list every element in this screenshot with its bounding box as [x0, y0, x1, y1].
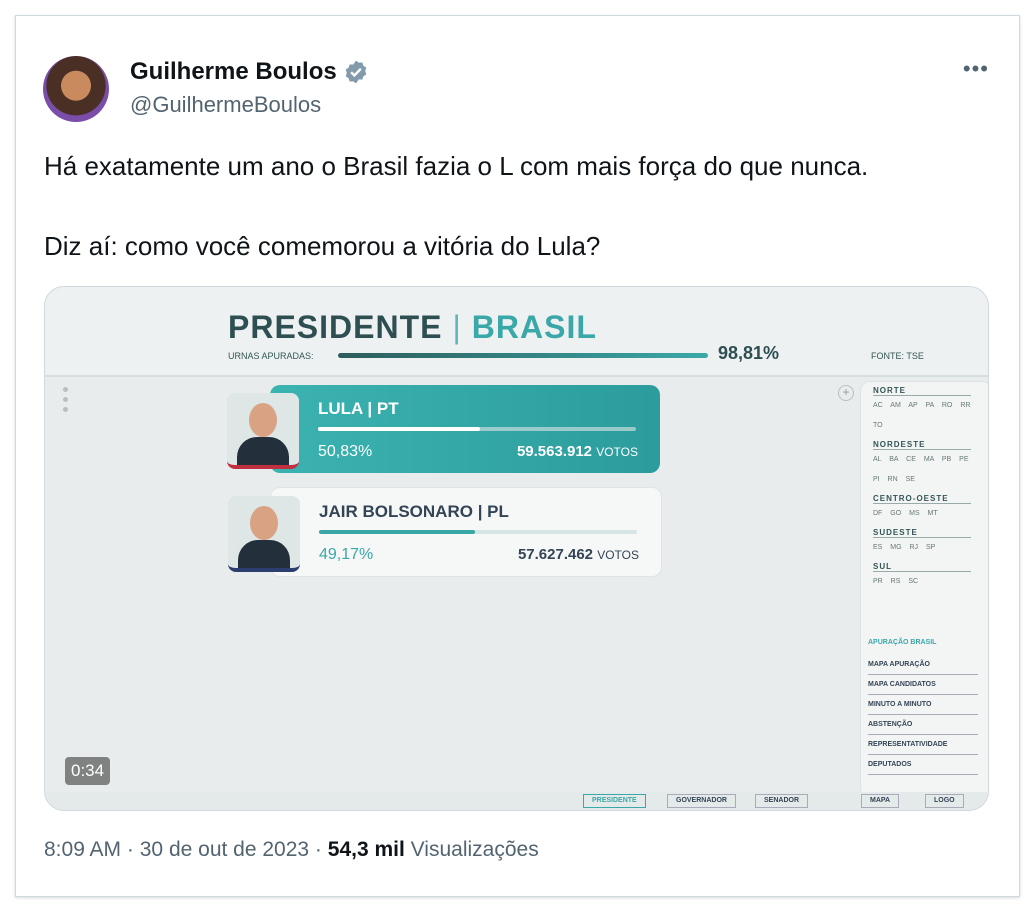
menu-title: APURAÇÃO BRASIL: [868, 639, 937, 646]
region-states[interactable]: AC AM AP PA RO RR TO: [873, 396, 971, 436]
video-menu-item[interactable]: ABSTENÇÃO: [868, 715, 978, 735]
video-tab[interactable]: LOGO: [925, 794, 964, 808]
candidate-vote-bar: [319, 530, 637, 534]
video-duration: 0:34: [65, 757, 111, 785]
video-menu-dots-icon: [63, 387, 68, 417]
source-label: FONTE: TSE: [871, 351, 924, 361]
candidate-card-lula: LULA | PT 50,83% 59.563.912 VOTOS: [227, 385, 660, 473]
meta-separator: ·: [126, 838, 134, 861]
video-title: PRESIDENTE | BRASIL: [228, 309, 597, 346]
urnas-percentage: 98,81%: [718, 343, 780, 363]
author-name-row: Guilherme Boulos: [130, 58, 369, 86]
candidate-votes: 59.563.912 VOTOS: [516, 443, 638, 460]
candidate-name: LULA | PT: [318, 399, 399, 418]
candidate-name: JAIR BOLSONARO | PL: [319, 502, 509, 521]
urnas-progress-bar: [338, 353, 708, 358]
tweet-text-line-1: Há exatamente um ano o Brasil fazia o L …: [44, 151, 869, 181]
video-bottom-tabs: PRESIDENTE GOVERNADOR SENADOR MAPA LOGO: [45, 792, 988, 810]
views-label: Visualizações: [410, 838, 539, 861]
region-states[interactable]: AL BA CE MA PB PE PI RN SE: [873, 450, 971, 490]
video-menu-item[interactable]: MAPA CANDIDATOS: [868, 675, 978, 695]
candidate-vote-bar-fill: [318, 427, 480, 431]
tweet-metadata: 8:09 AM · 30 de out de 2023 · 54,3 mil V…: [44, 838, 539, 862]
region-list: NORTE AC AM AP PA RO RR TO NORDESTE AL BA C…: [861, 382, 988, 592]
views-count: 54,3 mil: [327, 838, 405, 861]
video-menu-item[interactable]: DEPUTADOS: [868, 755, 978, 775]
region-header[interactable]: CENTRO-OESTE: [873, 490, 971, 504]
display-name[interactable]: Guilherme Boulos: [130, 58, 337, 86]
video-menu-item[interactable]: MINUTO A MINUTO: [868, 695, 978, 715]
candidate-percentage: 50,83%: [318, 443, 373, 460]
video-header-panel: PRESIDENTE | BRASIL URNAS APURADAS: 98,81%…: [45, 287, 988, 377]
candidate-vote-bar-fill: [319, 530, 476, 534]
region-states[interactable]: PR RS SC: [873, 572, 971, 592]
more-options-icon[interactable]: •••: [963, 56, 989, 82]
video-player[interactable]: PRESIDENTE | BRASIL URNAS APURADAS: 98,81%…: [44, 286, 989, 811]
video-tab[interactable]: PRESIDENTE: [583, 794, 646, 808]
video-tab[interactable]: MAPA: [861, 794, 900, 808]
urnas-label: URNAS APURADAS:: [228, 351, 314, 361]
region-header[interactable]: SUL: [873, 558, 971, 572]
video-tab[interactable]: SENADOR: [755, 794, 809, 808]
region-states[interactable]: DF GO MS MT: [873, 504, 971, 524]
region-states[interactable]: ES MG RJ SP: [873, 538, 971, 558]
video-tab[interactable]: GOVERNADOR: [667, 794, 736, 808]
tweet-date[interactable]: 30 de out de 2023: [140, 838, 309, 861]
candidate-vote-bar: [318, 427, 636, 431]
video-menu-item[interactable]: MAPA APURAÇÃO: [868, 655, 978, 675]
region-header[interactable]: NORTE: [873, 382, 971, 396]
meta-separator: ·: [314, 838, 322, 861]
race-country: BRASIL: [471, 309, 597, 345]
candidate-percentage: 49,17%: [319, 546, 374, 563]
tweet-time[interactable]: 8:09 AM: [44, 838, 121, 861]
video-menu-item[interactable]: REPRESENTATIVIDADE: [868, 735, 978, 755]
candidate-votes: 57.627.462 VOTOS: [517, 546, 639, 563]
title-separator: |: [452, 309, 462, 345]
tweet-text-line-2: Diz aí: como você comemorou a vitória do…: [44, 231, 601, 261]
video-menu: MAPA APURAÇÃO MAPA CANDIDATOS MINUTO A MIN…: [868, 655, 978, 775]
region-header[interactable]: NORDESTE: [873, 436, 971, 450]
avatar[interactable]: [43, 56, 109, 122]
plus-icon: +: [838, 385, 854, 401]
region-header[interactable]: SUDESTE: [873, 524, 971, 538]
race-title: PRESIDENTE: [228, 309, 443, 345]
verified-badge-icon: [345, 60, 366, 84]
user-handle[interactable]: @GuilhermeBoulos: [130, 92, 321, 118]
candidate-card-bolsonaro: JAIR BOLSONARO | PL 49,17% 57.627.462 VO…: [228, 487, 662, 577]
candidate-photo: [228, 496, 300, 572]
candidate-photo: [227, 393, 299, 469]
tweet-card: Guilherme Boulos @GuilhermeBoulos ••• Há…: [15, 15, 1020, 897]
